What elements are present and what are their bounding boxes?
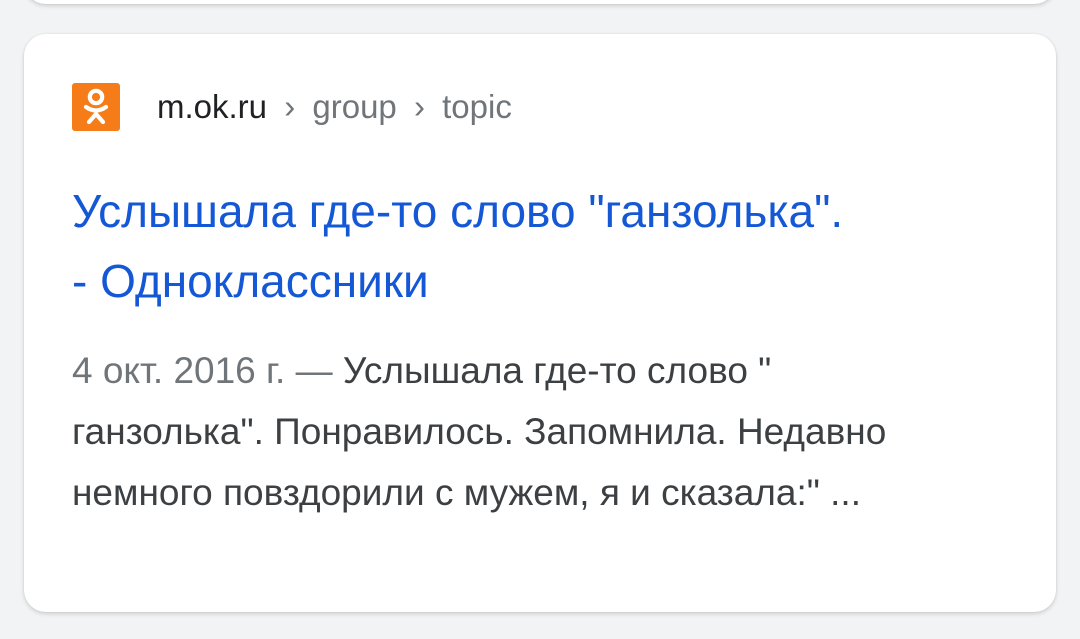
result-date: 4 окт. 2016 г. —	[72, 350, 333, 391]
breadcrumb: m.ok.ru › group › topic	[157, 87, 512, 127]
breadcrumb-group: group	[312, 88, 397, 125]
result-domain: m.ok.ru	[157, 88, 268, 125]
result-title-line1[interactable]: Услышала где-то слово "ганзолька".	[72, 185, 843, 237]
search-result-card: m.ok.ru › group › topic Услышала где-то …	[24, 34, 1056, 612]
result-snippet: 4 окт. 2016 г. — Услышала где-то слово "…	[72, 340, 972, 523]
odnoklassniki-logo-icon	[72, 83, 120, 131]
breadcrumb-separator: ›	[284, 88, 296, 125]
result-title-line2[interactable]: - Одноклассники	[72, 255, 429, 307]
result-source[interactable]: m.ok.ru › group › topic	[72, 82, 512, 132]
previous-result-card	[24, 0, 1056, 4]
odnoklassniki-glyph	[83, 88, 109, 125]
breadcrumb-topic: topic	[442, 88, 512, 125]
breadcrumb-separator: ›	[413, 88, 425, 125]
result-title-link[interactable]: Услышала где-то слово "ганзолька". - Одн…	[72, 176, 1032, 316]
